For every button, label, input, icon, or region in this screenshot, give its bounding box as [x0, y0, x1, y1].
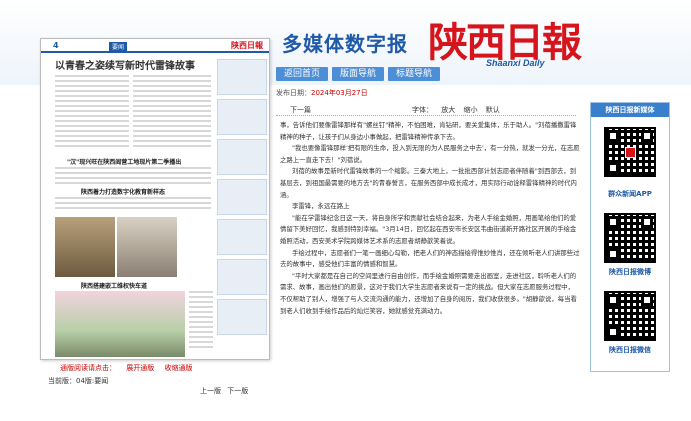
paper-subhead[interactable]: 陕西搭建嵌工维权快车道 — [81, 281, 147, 290]
article-paragraph: 刘蓓的故事是新时代雷锋故事的一个缩影。三秦大地上，一批批西部计划志愿者伴随着"到… — [280, 167, 577, 199]
newspaper-page-preview[interactable]: 4 要闻 陕西日報 以青春之姿续写新时代雷锋故事 "汉"现兴旺在陕西阎营工地现片… — [40, 38, 270, 360]
paper-text-block[interactable] — [55, 167, 211, 187]
next-article-link[interactable]: 下一篇 — [290, 105, 311, 115]
article-paragraph: 事，告诉他们要像雷锋那样有"螺丝钉"精神，不怕困难，肯钻研，要关爱集体，乐于助人… — [280, 121, 577, 141]
font-size-label: 字体： — [412, 106, 433, 114]
paper-subhead[interactable]: 陕西着力打造数字化教育新样态 — [81, 187, 165, 196]
prev-page-link[interactable]: 上一版 — [200, 387, 221, 395]
qr-code-icon[interactable] — [604, 213, 656, 263]
sidebar-item-wechat-label[interactable]: 陕西日报微信 — [591, 345, 669, 355]
page-pager: 上一版 下一版 — [200, 386, 252, 396]
sidebar-title: 陕西日报新媒体 — [591, 103, 669, 117]
sidebar-item-app-label[interactable]: 群众新闻APP — [591, 189, 669, 199]
article-body: 事，告诉他们要像雷锋那样有"螺丝钉"精神，不怕困难，肯钻研，要关爱集体，乐于助人… — [280, 120, 580, 317]
next-page-link[interactable]: 下一版 — [227, 387, 248, 395]
paper-section-tag: 要闻 — [109, 42, 128, 51]
paper-subhead[interactable]: "汉"现兴旺在陕西阎营工地现片第二季播出 — [67, 157, 181, 166]
current-page-indicator: 当前版：04版:要闻 — [48, 376, 108, 386]
publish-date-label: 发布日期： — [276, 89, 311, 97]
nav-page-navigation-link[interactable]: 版面导航 — [332, 67, 385, 81]
font-size-controls: 字体： 放大 缩小 默认 — [412, 105, 500, 115]
paper-photo[interactable] — [117, 217, 177, 277]
current-page-value: 04版:要闻 — [76, 377, 109, 385]
full-view-label: 通版阅读请点击： — [60, 364, 116, 372]
sidebar-item-weibo-label[interactable]: 陕西日报微博 — [591, 267, 669, 277]
publish-date-value: 2024年03月27日 — [311, 89, 368, 97]
paper-headline[interactable]: 以青春之姿续写新时代雷锋故事 — [55, 57, 195, 72]
qr-code-icon[interactable] — [604, 291, 656, 341]
nav-title-navigation-link[interactable]: 标题导航 — [388, 67, 441, 81]
nav-home-link[interactable]: 返回首页 — [276, 67, 329, 81]
article-paragraph: "我也要像雷锋那样'把有限的生命，投入到无限的为人民服务之中去'，有一分热，就发… — [280, 144, 580, 164]
current-page-label: 当前版： — [48, 377, 76, 385]
top-nav: 返回首页 版面导航 标题导航 — [276, 67, 444, 85]
new-media-sidebar: 陕西日报新媒体 群众新闻APP 陕西日报微博 陕西日报微信 — [590, 102, 670, 372]
publish-date: 发布日期：2024年03月27日 — [276, 88, 368, 98]
paper-photo[interactable] — [55, 291, 185, 357]
paper-photo[interactable] — [55, 217, 115, 277]
collapse-full-view-link[interactable]: 收缩通版 — [164, 364, 192, 372]
site-logo-subtitle: Shaanxi Daily — [486, 58, 545, 68]
article-paragraph: 手绘过程中，志愿者们一笔一画细心勾勒，把老人们的神态描绘得惟妙惟肖，还在倾听老人… — [280, 248, 580, 269]
paper-right-column[interactable] — [217, 55, 267, 335]
article-subheading: 李雷锋，永远在路上 — [292, 202, 350, 211]
expand-full-view-link[interactable]: 展开通版 — [126, 364, 154, 372]
paper-page-header: 4 要闻 陕西日報 — [41, 39, 269, 53]
qr-code-icon[interactable] — [604, 127, 656, 177]
paper-text-block[interactable] — [55, 197, 211, 212]
font-enlarge-button[interactable]: 放大 — [441, 106, 455, 114]
paper-view-links: 通版阅读请点击： 展开通版 收缩通版 — [60, 363, 200, 373]
article-toolbar: 下一篇 字体： 放大 缩小 默认 — [276, 102, 576, 116]
article-paragraph: "能在学雷锋纪念日这一天，将自身所学和贡献社会结合起来，为老人手绘金婚照，用画笔… — [280, 213, 577, 245]
font-default-button[interactable]: 默认 — [486, 106, 500, 114]
brand-title: 多媒体数字报 — [282, 32, 408, 56]
article-paragraph: "平时大家都是在自己的空间里进行自由创作，而手绘金婚照需要走出画室，走进社区，聆… — [280, 271, 577, 315]
paper-text-block[interactable] — [133, 75, 211, 150]
paper-masthead: 陕西日報 — [231, 41, 263, 50]
paper-page-number: 4 — [53, 41, 59, 50]
font-shrink-button[interactable]: 缩小 — [463, 106, 477, 114]
paper-text-block[interactable] — [189, 291, 213, 351]
paper-text-block[interactable] — [55, 75, 129, 150]
